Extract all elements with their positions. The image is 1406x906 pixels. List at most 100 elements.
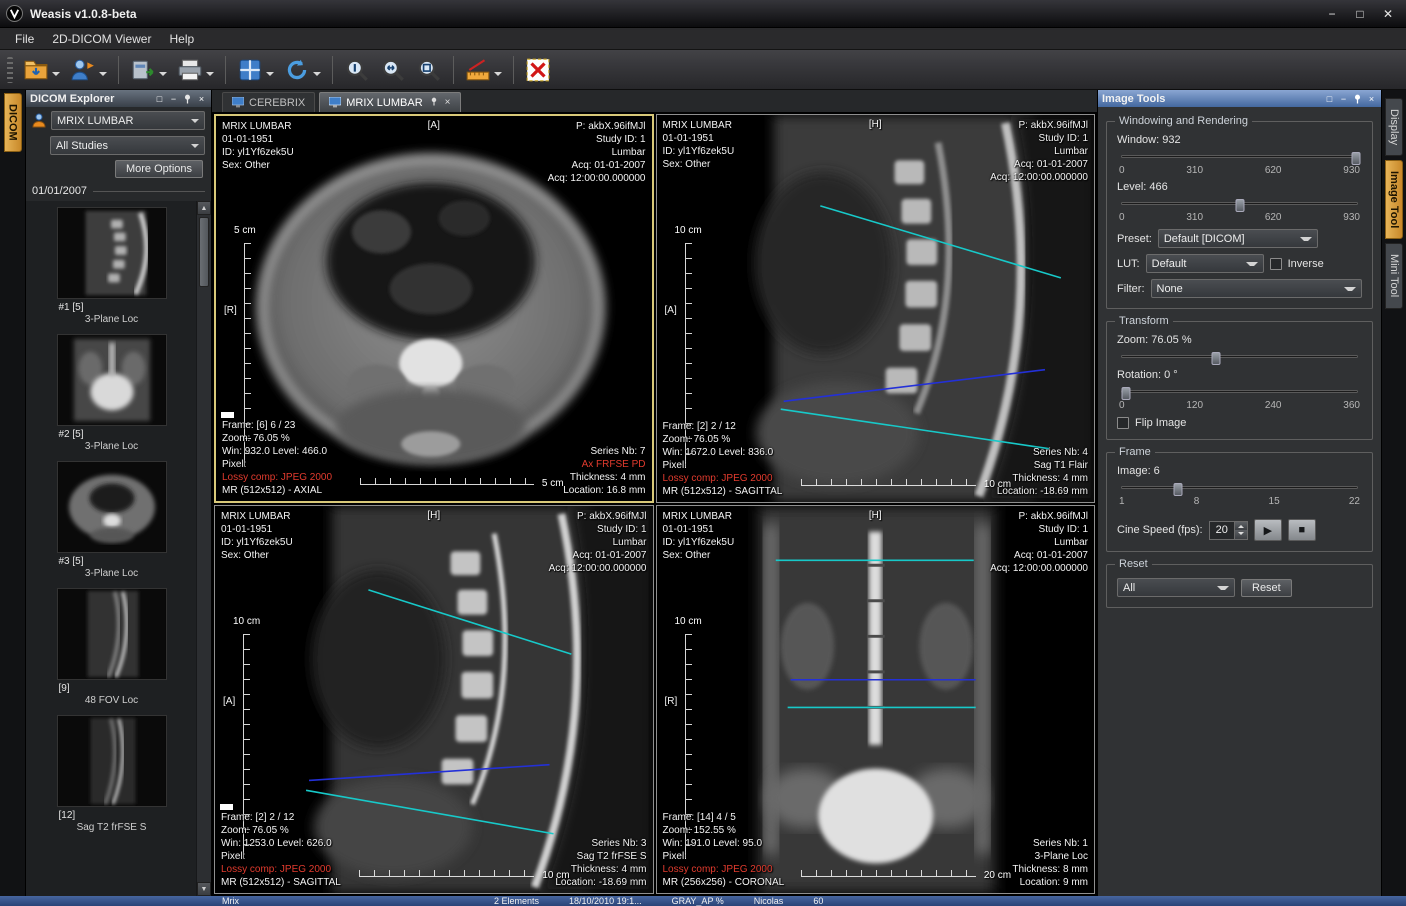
grid-layout-icon	[239, 59, 261, 80]
overlay-frame-info: Frame: [6] 6 / 23 Zoom: 76.05 % Win: 932.0…	[222, 420, 333, 496]
minimize-panel-icon[interactable]: −	[1338, 93, 1349, 104]
thumbnail-image	[56, 588, 167, 680]
spin-down-icon[interactable]	[1234, 530, 1247, 539]
zoom-best-fit-button[interactable]	[375, 53, 411, 87]
rotation-slider[interactable]	[1121, 384, 1358, 400]
series-thumbnail-1[interactable]: #1 [5] 3-Plane Loc	[37, 207, 187, 326]
overlay-series-info: Series Nb: 1 3-Plane Loc Thickness: 8 mm Lo…	[1012, 838, 1088, 888]
reset-group: Reset All Reset	[1106, 558, 1373, 608]
zoom-original-button[interactable]	[339, 53, 375, 87]
filter-select[interactable]: None	[1150, 279, 1362, 298]
dropdown-caret-icon	[52, 71, 60, 80]
minimize-button[interactable]: −	[1320, 5, 1344, 23]
scroll-down-icon[interactable]: ▼	[197, 882, 211, 896]
overlay-study-info: P: akbX.96ifMJl Study ID: 1 Lumbar Acq: 01-…	[548, 511, 647, 574]
slider-thumb[interactable]	[1211, 352, 1221, 365]
tab-image-tool[interactable]: Image Tool	[1385, 160, 1403, 240]
delete-selection-button[interactable]	[520, 53, 556, 87]
toolbar-separator	[225, 55, 226, 84]
synchronize-button[interactable]	[279, 53, 326, 87]
image-tools-title: Image Tools	[1102, 92, 1166, 105]
dicom-export-button[interactable]	[125, 53, 172, 87]
pin-icon[interactable]	[182, 93, 193, 104]
divider	[93, 190, 205, 192]
toolbar-grip[interactable]	[7, 56, 13, 83]
overlay-patient-info: MRIX LUMBAR 01-01-1951 ID: yl1Yf6zek5U Sex:…	[662, 511, 735, 561]
tab-mini-tool[interactable]: Mini Tool	[1385, 243, 1403, 309]
menu-file[interactable]: File	[6, 29, 43, 49]
patient-select[interactable]: MRIX LUMBAR	[51, 111, 205, 130]
menu-help[interactable]: Help	[160, 29, 203, 49]
statusbar-item: 2 Elements	[494, 896, 540, 906]
image-ticks: 1 8 15 22	[1119, 496, 1360, 507]
flip-checkbox[interactable]	[1117, 417, 1129, 429]
dicom-import-button[interactable]	[18, 53, 65, 87]
level-slider[interactable]	[1121, 196, 1358, 212]
dock-icon[interactable]: □	[1324, 93, 1335, 104]
tab-dicom-explorer[interactable]: DICOM	[3, 93, 22, 152]
orientation-label: [A]	[223, 695, 236, 707]
cine-stop-button[interactable]: ■	[1287, 519, 1316, 541]
print-button[interactable]	[172, 53, 219, 87]
zoom-slider[interactable]	[1121, 349, 1358, 365]
tab-pin-icon[interactable]	[430, 97, 438, 109]
horizontal-ruler	[359, 478, 534, 485]
close-panel-icon[interactable]: ×	[1366, 93, 1377, 104]
tab-display[interactable]: Display	[1385, 98, 1403, 157]
pin-icon[interactable]	[1352, 93, 1363, 104]
series-thumbnail-2[interactable]: #2 [5] 3-Plane Loc	[37, 334, 187, 453]
study-select[interactable]: All Studies	[50, 136, 205, 155]
reset-select[interactable]: All	[1117, 578, 1235, 597]
close-button[interactable]: ✕	[1376, 5, 1400, 23]
maximize-button[interactable]: □	[1348, 5, 1372, 23]
close-panel-icon[interactable]: ×	[196, 93, 207, 104]
series-thumbnail-3[interactable]: #3 [5] 3-Plane Loc	[37, 461, 187, 580]
viewport-grid: MRIX LUMBAR 01-01-1951 ID: yl1Yf6zek5U Sex:…	[212, 112, 1097, 896]
dock-icon[interactable]: □	[154, 93, 165, 104]
cine-speed-spinner[interactable]: 20	[1208, 520, 1248, 540]
zoom-fit-icon	[382, 59, 404, 81]
series-thumbnail-4[interactable]: [9] 48 FOV Loc	[37, 588, 187, 707]
cine-play-button[interactable]: ▶	[1253, 519, 1282, 541]
window-slider[interactable]	[1121, 149, 1361, 165]
magnifier-lens-button[interactable]	[411, 53, 447, 87]
layout-button[interactable]	[232, 53, 279, 87]
tab-mrix-lumbar[interactable]: MRIX LUMBAR ×	[319, 92, 461, 112]
spin-up-icon[interactable]	[1234, 521, 1247, 530]
slider-thumb[interactable]	[1173, 483, 1183, 496]
series-thumbnail-5[interactable]: [12] Sag T2 frFSE S	[37, 715, 187, 834]
overlay-patient-info: MRIX LUMBAR 01-01-1951 ID: yl1Yf6zek5U Sex:…	[222, 121, 294, 171]
viewport-coronal[interactable]: MRIX LUMBAR 01-01-1951 ID: yl1Yf6zek5U Sex:…	[655, 505, 1095, 894]
more-options-button[interactable]: More Options	[114, 160, 203, 178]
preset-select[interactable]: Default [DICOM]	[1157, 229, 1318, 248]
rotation-label: Rotation: 0 °	[1117, 369, 1178, 381]
viewport-axial[interactable]: MRIX LUMBAR 01-01-1951 ID: yl1Yf6zek5U Sex:…	[214, 114, 654, 503]
explorer-scrollbar[interactable]: ▲ ▼	[196, 201, 211, 896]
dicom-explorer-panel: DICOM Explorer □ − × MRIX LUMBAR All Stu…	[26, 90, 212, 896]
frame-marker	[220, 803, 233, 810]
measurement-button[interactable]	[460, 53, 507, 87]
lut-select[interactable]: Default	[1145, 254, 1264, 273]
minimize-panel-icon[interactable]: −	[168, 93, 179, 104]
image-slider[interactable]	[1121, 480, 1358, 496]
monitor-icon	[232, 97, 244, 108]
sync-arrows-icon	[287, 59, 307, 79]
patient-import-button[interactable]	[65, 53, 112, 87]
vertical-scale-label: 10 cm	[674, 615, 702, 627]
overlay-patient-info: MRIX LUMBAR 01-01-1951 ID: yl1Yf6zek5U Sex:…	[662, 120, 735, 170]
slider-thumb[interactable]	[1351, 152, 1361, 165]
inverse-checkbox[interactable]	[1269, 257, 1282, 270]
viewport-sagittal-t1[interactable]: MRIX LUMBAR 01-01-1951 ID: yl1Yf6zek5U Sex:…	[655, 114, 1095, 503]
study-date: 01/01/2007	[32, 185, 88, 197]
scroll-up-icon[interactable]: ▲	[197, 201, 211, 215]
lens-icon	[418, 59, 440, 81]
tab-cerebrix[interactable]: CEREBRIX	[222, 92, 316, 112]
slider-thumb[interactable]	[1235, 199, 1244, 212]
slider-thumb[interactable]	[1121, 387, 1131, 400]
explorer-title: DICOM Explorer	[30, 92, 115, 105]
tab-close-icon[interactable]: ×	[445, 97, 451, 108]
viewport-sagittal-t2[interactable]: MRIX LUMBAR 01-01-1951 ID: yl1Yf6zek5U Sex:…	[214, 505, 654, 894]
reset-button[interactable]: Reset	[1241, 578, 1292, 597]
scrollbar-thumb[interactable]	[199, 217, 209, 287]
menu-2d-dicom-viewer[interactable]: 2D-DICOM Viewer	[43, 29, 160, 49]
